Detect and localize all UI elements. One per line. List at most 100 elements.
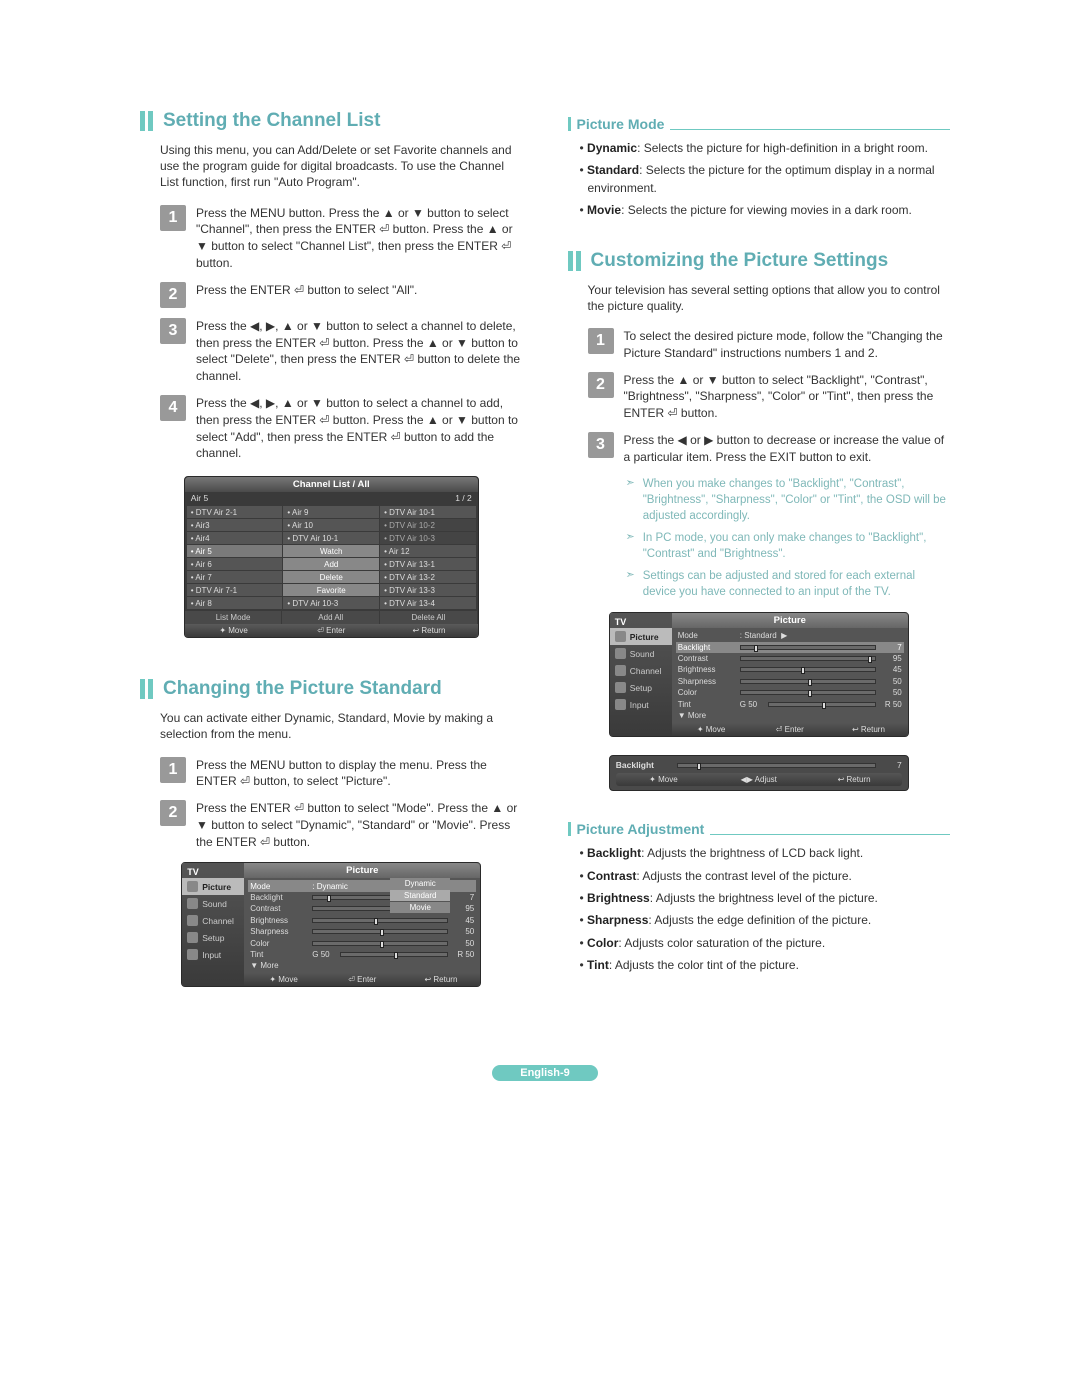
osd-setting-row: Color50 bbox=[248, 937, 476, 948]
osd-title: Channel List / All bbox=[293, 479, 370, 490]
osd-hint: ✦ Move bbox=[185, 624, 283, 637]
channel-cell: • Air 12 bbox=[380, 545, 476, 557]
channel-cell: • Air 10 bbox=[283, 519, 379, 531]
bullet-item: Movie: Selects the picture for viewing m… bbox=[580, 202, 951, 219]
left-column: Setting the Channel List Using this menu… bbox=[140, 110, 523, 1005]
step-text: Press the ◀, ▶, ▲ or ▼ button to select … bbox=[196, 395, 523, 462]
channel-cell: • DTV Air 13-1 bbox=[380, 558, 476, 570]
tip-arrow-icon: ➣ bbox=[626, 476, 635, 524]
menu-icon bbox=[187, 881, 198, 892]
osd-picture-settings: TV PictureSoundChannelSetupInput Picture… bbox=[609, 612, 909, 737]
step-2: 2 Press the ENTER ⏎ button to select "Mo… bbox=[160, 800, 523, 850]
channel-cell: • Air3 bbox=[187, 519, 283, 531]
step-3: 3 Press the ◀ or ▶ button to decrease or… bbox=[588, 432, 951, 466]
osd-side-item: Channel bbox=[610, 662, 672, 679]
step-3: 3 Press the ◀, ▶, ▲ or ▼ button to selec… bbox=[160, 318, 523, 385]
bullet-item: Brightness: Adjusts the brightness level… bbox=[580, 890, 951, 907]
step-text: Press the ◀, ▶, ▲ or ▼ button to select … bbox=[196, 318, 523, 385]
channel-cell: • DTV Air 10-3 bbox=[283, 597, 379, 609]
channel-cell: • DTV Air 7-1 bbox=[187, 584, 283, 596]
menu-icon bbox=[187, 915, 198, 926]
osd-hint: ↩ Return bbox=[380, 624, 478, 637]
osd-side-item: Picture bbox=[610, 628, 672, 645]
step-1: 1 To select the desired picture mode, fo… bbox=[588, 328, 951, 362]
step-number: 1 bbox=[160, 205, 186, 231]
osd-title: Picture bbox=[244, 863, 480, 878]
step-text: Press the MENU button. Press the ▲ or ▼ … bbox=[196, 205, 523, 272]
step-number: 3 bbox=[588, 432, 614, 458]
bullet-item: Backlight: Adjusts the brightness of LCD… bbox=[580, 845, 951, 862]
step-number: 1 bbox=[160, 757, 186, 783]
osd-side-item: Input bbox=[610, 696, 672, 713]
section-picture-standard-header: Changing the Picture Standard bbox=[140, 678, 523, 700]
channel-cell: • DTV Air 2-1 bbox=[187, 506, 283, 518]
osd-pager: 1 / 2 bbox=[455, 493, 472, 503]
osd-setting-row: Sharpness50 bbox=[248, 926, 476, 937]
bullet-item: Color: Adjusts color saturation of the p… bbox=[580, 935, 951, 952]
channel-cell: • DTV Air 10-2 bbox=[380, 519, 476, 531]
osd-side-item: Setup bbox=[610, 679, 672, 696]
step-2: 2 Press the ENTER ⏎ button to select "Al… bbox=[160, 282, 523, 308]
section-intro: You can activate either Dynamic, Standar… bbox=[160, 710, 523, 742]
channel-cell: Favorite bbox=[283, 584, 379, 596]
osd-side-header: TV bbox=[182, 866, 244, 878]
section-title: Setting the Channel List bbox=[163, 110, 380, 132]
channel-cell: Add bbox=[283, 558, 379, 570]
osd-title: Picture bbox=[672, 613, 908, 628]
osd-action: List Mode bbox=[185, 611, 283, 624]
channel-cell: • DTV Air 10-1 bbox=[283, 532, 379, 544]
osd-setting-row: Brightness45 bbox=[248, 915, 476, 926]
channel-cell: • DTV Air 13-2 bbox=[380, 571, 476, 583]
osd-setting-row: Color50 bbox=[676, 687, 904, 698]
channel-cell: • Air 9 bbox=[283, 506, 379, 518]
osd-hint: ⏎ Enter bbox=[282, 624, 380, 637]
osd-picture-mode: TV PictureSoundChannelSetupInput Picture… bbox=[181, 862, 481, 987]
menu-icon bbox=[615, 682, 626, 693]
channel-cell: Delete bbox=[283, 571, 379, 583]
osd-side-item: Setup bbox=[182, 929, 244, 946]
step-number: 4 bbox=[160, 395, 186, 421]
osd-mode-label: Mode bbox=[250, 882, 312, 891]
step-text: Press the ENTER ⏎ button to select "Mode… bbox=[196, 800, 523, 850]
step-number: 2 bbox=[160, 800, 186, 826]
picture-mode-list: Dynamic: Selects the picture for high-de… bbox=[580, 140, 951, 220]
osd-side-item: Sound bbox=[610, 645, 672, 662]
menu-icon bbox=[615, 699, 626, 710]
menu-icon bbox=[187, 898, 198, 909]
channel-cell: • Air 8 bbox=[187, 597, 283, 609]
osd-action: Add All bbox=[282, 611, 380, 624]
section-intro: Using this menu, you can Add/Delete or s… bbox=[160, 142, 523, 191]
bullet-item: Standard: Selects the picture for the op… bbox=[580, 162, 951, 197]
sub-picture-adjustment: Picture Adjustment bbox=[568, 821, 951, 837]
osd-setting-row: Backlight7 bbox=[676, 642, 904, 653]
section-title: Customizing the Picture Settings bbox=[591, 250, 889, 272]
page-footer: English-9 bbox=[140, 1065, 950, 1081]
step-number: 2 bbox=[160, 282, 186, 308]
bullet-item: Tint: Adjusts the color tint of the pict… bbox=[580, 957, 951, 974]
channel-cell: • DTV Air 13-3 bbox=[380, 584, 476, 596]
osd-side-item: Picture bbox=[182, 878, 244, 895]
osd-setting-row: Sharpness50 bbox=[676, 676, 904, 687]
step-text: Press the ▲ or ▼ button to select "Backl… bbox=[624, 372, 951, 422]
menu-icon bbox=[615, 665, 626, 676]
step-text: To select the desired picture mode, foll… bbox=[624, 328, 951, 362]
step-text: Press the ENTER ⏎ button to select "All"… bbox=[196, 282, 523, 299]
menu-icon bbox=[187, 949, 198, 960]
osd-side-item: Input bbox=[182, 946, 244, 963]
step-text: Press the ◀ or ▶ button to decrease or i… bbox=[624, 432, 951, 466]
osd-backlight-bar: Backlight 7 ✦ Move ◀▶ Adjust ↩ Return bbox=[609, 755, 909, 791]
channel-cell: • Air 6 bbox=[187, 558, 283, 570]
menu-icon bbox=[615, 631, 626, 642]
bullet-item: Contrast: Adjusts the contrast level of … bbox=[580, 868, 951, 885]
osd-side-item: Channel bbox=[182, 912, 244, 929]
osd-channel-list: Channel List / All Air 5 1 / 2 • DTV Air… bbox=[184, 476, 479, 638]
tip-arrow-icon: ➣ bbox=[626, 568, 635, 600]
osd-setting-row: Contrast95 bbox=[676, 653, 904, 664]
sub-title: Picture Adjustment bbox=[577, 821, 705, 837]
step-2: 2 Press the ▲ or ▼ button to select "Bac… bbox=[588, 372, 951, 422]
step-number: 3 bbox=[160, 318, 186, 344]
menu-icon bbox=[187, 932, 198, 943]
channel-cell: • DTV Air 10-3 bbox=[380, 532, 476, 544]
channel-cell: • Air 7 bbox=[187, 571, 283, 583]
step-text: Press the MENU button to display the men… bbox=[196, 757, 523, 791]
